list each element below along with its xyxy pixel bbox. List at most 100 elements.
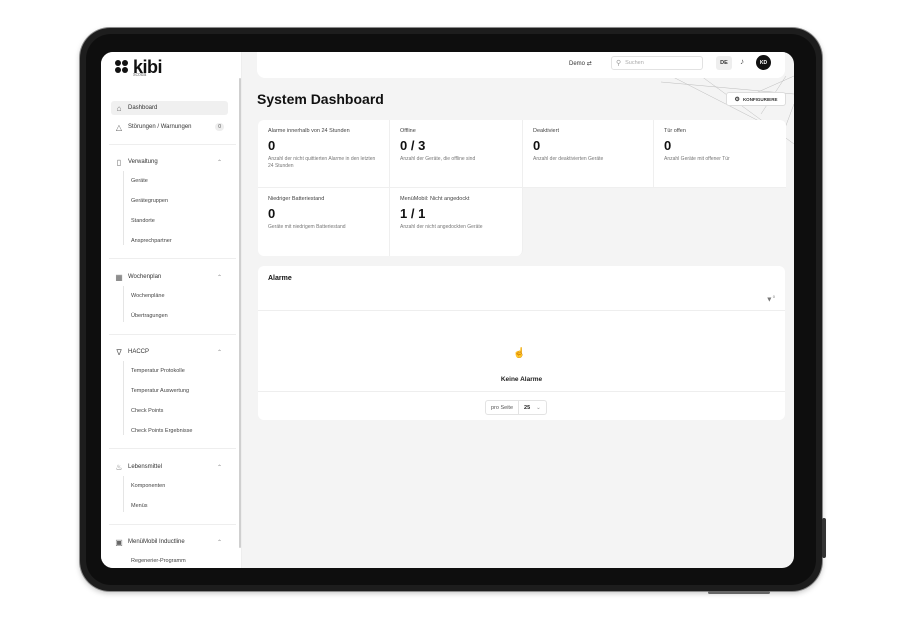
sidebar-item-wochenplaene[interactable]: Wochenpläne bbox=[131, 293, 165, 299]
sidebar-divider bbox=[109, 524, 236, 525]
stat-value: 0 bbox=[268, 138, 276, 153]
sidebar-item-label: Wochenplan bbox=[128, 274, 162, 280]
stat-card-low-battery[interactable]: Niedriger Batteriestand 0 Geräte mit nie… bbox=[258, 188, 390, 256]
page-size-select[interactable]: 25 ⌄ bbox=[519, 405, 546, 411]
sidebar-item-standorte[interactable]: Standorte bbox=[131, 218, 155, 224]
sidebar-divider bbox=[109, 334, 236, 335]
submenu-line bbox=[123, 361, 124, 435]
stat-label: Niedriger Batteriestand bbox=[268, 196, 325, 202]
per-page-label: pro Seite bbox=[486, 401, 520, 414]
alerts-count-badge: 0 bbox=[215, 123, 224, 131]
page-title: System Dashboard bbox=[257, 91, 384, 107]
stat-label: MenüMobil: Nicht angedockt bbox=[400, 196, 470, 202]
stat-value: 0 bbox=[268, 206, 276, 221]
sidebar-item-label: MenüMobil Inductline bbox=[128, 539, 185, 545]
sidebar-divider bbox=[109, 258, 236, 259]
food-icon: ♨ bbox=[115, 462, 123, 472]
search-icon: ⚲ bbox=[616, 60, 622, 67]
stat-card-offline[interactable]: Offline 0 / 3 Anzahl der Geräte, die off… bbox=[390, 120, 523, 188]
sidebar-item-geraetegruppen[interactable]: Gerätegruppen bbox=[131, 198, 168, 204]
sidebar-item-menues[interactable]: Menüs bbox=[131, 503, 148, 509]
stat-card-alarms-24h[interactable]: Alarme innerhalb von 24 Stunden 0 Anzahl… bbox=[258, 120, 390, 188]
thermometer-icon: ∇ bbox=[116, 347, 122, 357]
tablet-bottom-button bbox=[708, 591, 770, 594]
sidebar-item-regenerier-programm[interactable]: Regenerier-Programm bbox=[131, 558, 186, 564]
configure-button[interactable]: ⚙ KONFIGURIERE bbox=[726, 92, 786, 106]
sidebar-item-uebertragungen[interactable]: Übertragungen bbox=[131, 313, 168, 319]
chevron-up-icon: ⌃ bbox=[216, 349, 222, 356]
chevron-up-icon: ⌃ bbox=[216, 539, 222, 546]
sidebar-item-geraete[interactable]: Geräte bbox=[131, 178, 148, 184]
sidebar-item-label: Lebensmittel bbox=[128, 464, 163, 470]
stat-card-door-open[interactable]: Tür offen 0 Anzahl Geräte mit offener Tü… bbox=[654, 120, 786, 188]
tablet-side-button bbox=[822, 518, 826, 558]
filter-button[interactable]: ▼0 bbox=[766, 294, 775, 303]
submenu-line bbox=[123, 286, 124, 322]
filter-icon: ▼ bbox=[765, 296, 773, 304]
stat-description: Anzahl der nicht quittierten Alarme in d… bbox=[268, 156, 376, 169]
sidebar-scrollbar[interactable] bbox=[239, 78, 241, 548]
stat-value: 0 / 3 bbox=[400, 138, 426, 153]
stat-description: Anzahl der Geräte, die offline sind bbox=[400, 156, 476, 162]
stat-value: 0 bbox=[664, 138, 672, 153]
chevron-down-icon: ⌄ bbox=[536, 404, 541, 411]
sidebar-item-temperatur-protokolle[interactable]: Temperatur Protokolle bbox=[131, 368, 185, 374]
sidebar-item-komponenten[interactable]: Komponenten bbox=[131, 483, 165, 489]
sidebar-group-verwaltung[interactable]: ▯ Verwaltung ⌃ bbox=[111, 155, 228, 169]
divider bbox=[258, 310, 785, 311]
configure-label: KONFIGURIERE bbox=[742, 96, 778, 102]
stat-label: Alarme innerhalb von 24 Stunden bbox=[268, 128, 350, 134]
search-placeholder: Suchen bbox=[625, 60, 644, 66]
sidebar-item-label: Dashboard bbox=[128, 105, 158, 111]
sidebar-item-label: Störungen / Warnungen bbox=[128, 124, 192, 130]
sidebar-item-check-points-ergebnisse[interactable]: Check Points Ergebnisse bbox=[131, 428, 192, 434]
chevron-up-icon: ⌃ bbox=[216, 159, 222, 166]
filter-count: 0 bbox=[772, 294, 775, 299]
sidebar: kibi scoda ⌂ Dashboard △ Störungen / War… bbox=[101, 52, 242, 568]
tenant-switcher[interactable]: Demo ⇄ bbox=[569, 60, 592, 67]
sidebar-item-alerts[interactable]: △ Störungen / Warnungen 0 bbox=[111, 120, 228, 134]
language-button[interactable]: DE bbox=[716, 56, 732, 70]
page-size-selector[interactable]: pro Seite 25 ⌄ bbox=[485, 400, 547, 415]
alarms-title: Alarme bbox=[268, 275, 292, 282]
stat-description: Anzahl der deaktivierten Geräte bbox=[533, 156, 604, 162]
stat-label: Offline bbox=[400, 128, 416, 134]
app-screen: kibi scoda ⌂ Dashboard △ Störungen / War… bbox=[101, 52, 794, 568]
sidebar-item-label: Verwaltung bbox=[128, 159, 158, 165]
stat-description: Geräte mit niedrigem Batteriestand bbox=[268, 224, 346, 230]
stat-description: Anzahl Geräte mit offener Tür bbox=[664, 156, 730, 162]
stat-card-deactivated[interactable]: Deaktiviert 0 Anzahl der deaktivierten G… bbox=[523, 120, 654, 188]
home-icon: ⌂ bbox=[116, 103, 122, 113]
bell-icon[interactable]: ♪ bbox=[740, 57, 744, 66]
gear-icon: ⚙ bbox=[734, 96, 740, 103]
stat-description: Anzahl der nicht angedockten Geräte bbox=[400, 224, 483, 230]
sidebar-group-menumobil[interactable]: ▣ MenüMobil Inductline ⌃ bbox=[111, 535, 228, 549]
logo-mark-icon bbox=[115, 60, 129, 74]
swap-icon: ⇄ bbox=[586, 61, 592, 67]
avatar[interactable]: KD bbox=[756, 55, 771, 70]
chevron-up-icon: ⌃ bbox=[216, 274, 222, 281]
brand-sub: scoda bbox=[133, 72, 147, 78]
sidebar-item-dashboard[interactable]: ⌂ Dashboard bbox=[111, 101, 228, 115]
search-input[interactable]: ⚲ Suchen bbox=[611, 56, 703, 70]
chevron-up-icon: ⌃ bbox=[216, 464, 222, 471]
warning-icon: △ bbox=[115, 122, 123, 132]
sidebar-group-wochenplan[interactable]: ▦ Wochenplan ⌃ bbox=[111, 270, 228, 284]
device-icon: ▯ bbox=[116, 157, 122, 167]
sidebar-item-temperatur-auswertung[interactable]: Temperatur Auswertung bbox=[131, 388, 189, 394]
stat-value: 0 bbox=[533, 138, 541, 153]
sidebar-divider bbox=[109, 448, 236, 449]
sidebar-group-haccp[interactable]: ∇ HACCP ⌃ bbox=[111, 345, 228, 359]
page-size-value: 25 bbox=[524, 404, 531, 411]
alarms-panel: Alarme ▼0 ☝ Keine Alarme pro Seite 25 ⌄ bbox=[258, 266, 785, 420]
sidebar-item-ansprechpartner[interactable]: Ansprechpartner bbox=[131, 238, 172, 244]
sidebar-item-label: HACCP bbox=[128, 349, 150, 355]
stat-card-not-docked[interactable]: MenüMobil: Nicht angedockt 1 / 1 Anzahl … bbox=[390, 188, 523, 256]
tenant-label: Demo bbox=[569, 61, 586, 67]
stat-label: Deaktiviert bbox=[533, 128, 559, 134]
sidebar-group-lebensmittel[interactable]: ♨ Lebensmittel ⌃ bbox=[111, 460, 228, 474]
thumbs-up-icon: ☝ bbox=[513, 348, 526, 359]
submenu-line bbox=[123, 476, 124, 512]
sidebar-item-check-points[interactable]: Check Points bbox=[131, 408, 163, 414]
top-bar: Demo ⇄ ⚲ Suchen DE ♪ KD bbox=[257, 52, 785, 78]
